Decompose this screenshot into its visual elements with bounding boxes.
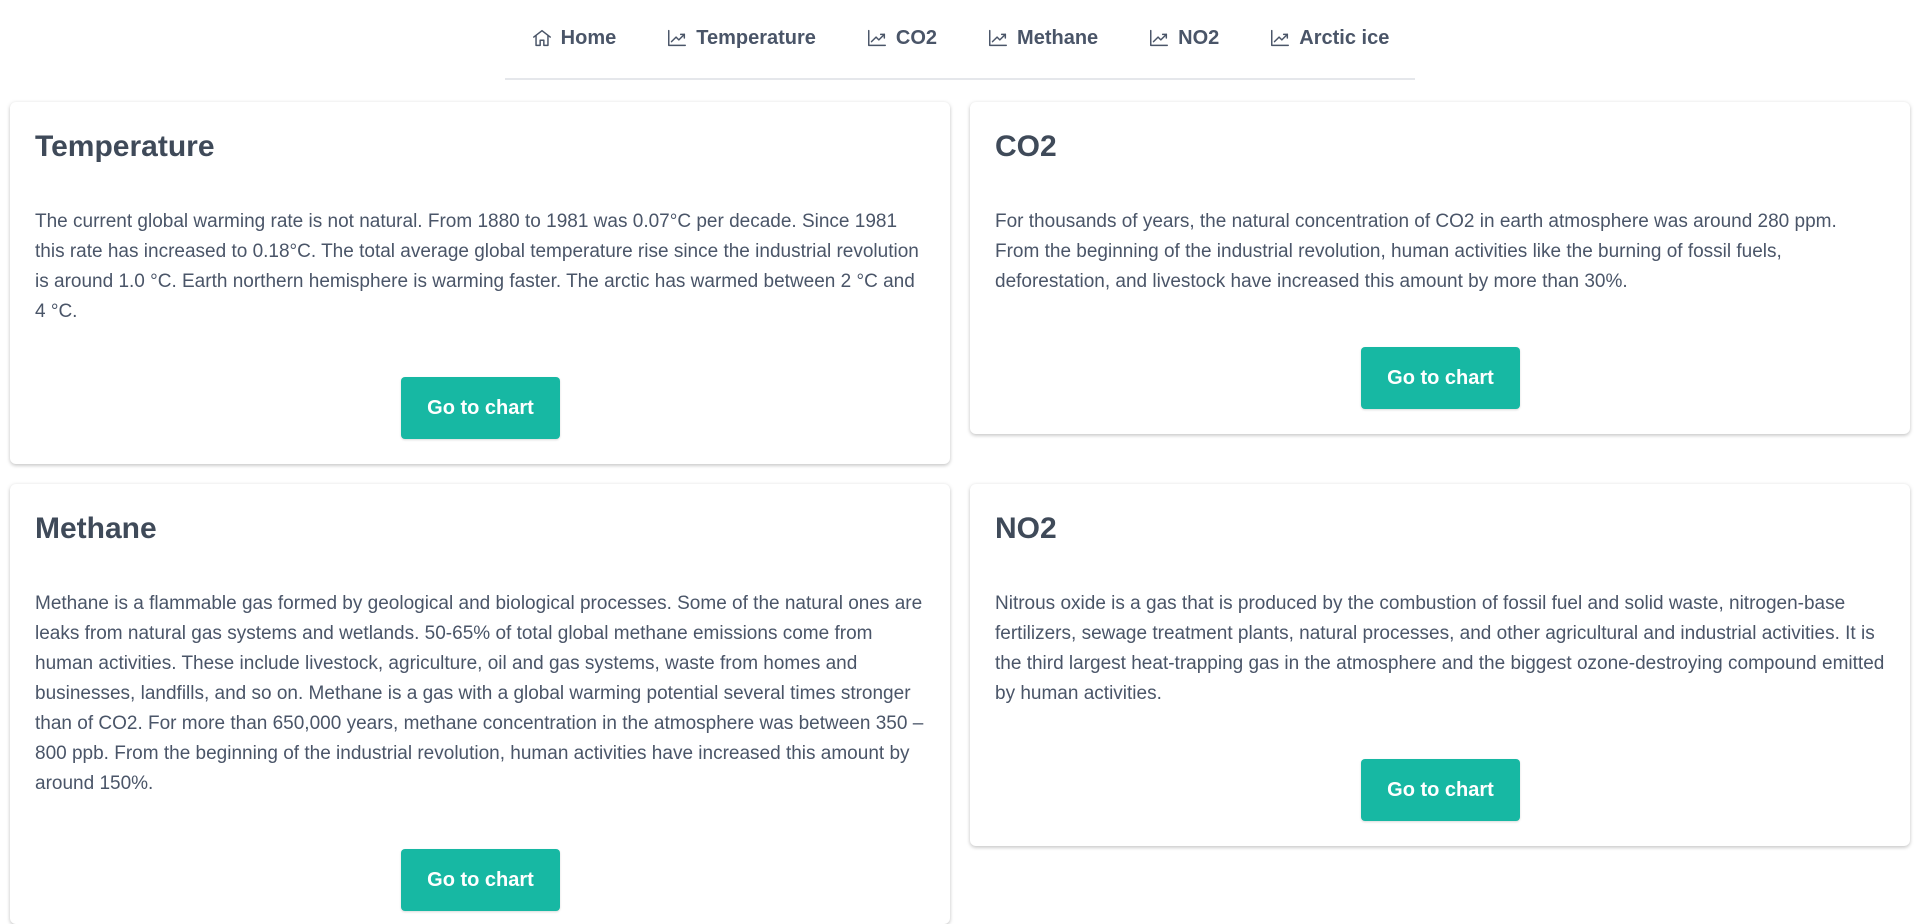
nav-item-label: Home [560, 26, 617, 49]
chart-line-icon [987, 27, 1009, 49]
go-to-chart-button[interactable]: Go to chart [401, 377, 560, 439]
nav-item-methane[interactable]: Methane [987, 0, 1098, 79]
nav-item-label: CO2 [895, 26, 938, 49]
card-title: Temperature [35, 130, 215, 163]
chart-line-icon [666, 27, 688, 49]
card-no2: NO2 Nitrous oxide is a gas that is produ… [970, 484, 1910, 846]
card-title: NO2 [995, 512, 1057, 545]
top-navigation: Home Temperature CO2 Methane NO2 Arctic … [505, 0, 1415, 80]
card-description: The current global warming rate is not n… [35, 211, 919, 322]
go-to-chart-button[interactable]: Go to chart [401, 849, 560, 911]
chart-line-icon [1269, 27, 1291, 49]
nav-item-label: Arctic ice [1299, 26, 1390, 49]
card-description: For thousands of years, the natural conc… [995, 211, 1837, 292]
nav-item-label: NO2 [1178, 26, 1220, 49]
nav-item-home[interactable]: Home [531, 0, 617, 79]
card-title: CO2 [995, 130, 1057, 163]
nav-item-temperature[interactable]: Temperature [666, 0, 816, 79]
card-temperature: Temperature The current global warming r… [10, 102, 950, 464]
nav-item-label: Methane [1017, 26, 1099, 49]
home-icon [531, 27, 553, 49]
nav-item-no2[interactable]: NO2 [1148, 0, 1219, 79]
card-methane: Methane Methane is a flammable gas forme… [10, 484, 950, 924]
chart-line-icon [1148, 27, 1170, 49]
nav-item-co2[interactable]: CO2 [866, 0, 937, 79]
nav-item-label: Temperature [696, 26, 816, 49]
go-to-chart-button[interactable]: Go to chart [1361, 759, 1520, 821]
card-title: Methane [35, 512, 157, 545]
card-description: Methane is a flammable gas formed by geo… [35, 593, 924, 794]
nav-item-arctic-ice[interactable]: Arctic ice [1269, 0, 1389, 79]
card-description: Nitrous oxide is a gas that is produced … [995, 593, 1885, 704]
card-co2: CO2 For thousands of years, the natural … [970, 102, 1910, 434]
chart-line-icon [866, 27, 888, 49]
go-to-chart-button[interactable]: Go to chart [1361, 347, 1520, 409]
